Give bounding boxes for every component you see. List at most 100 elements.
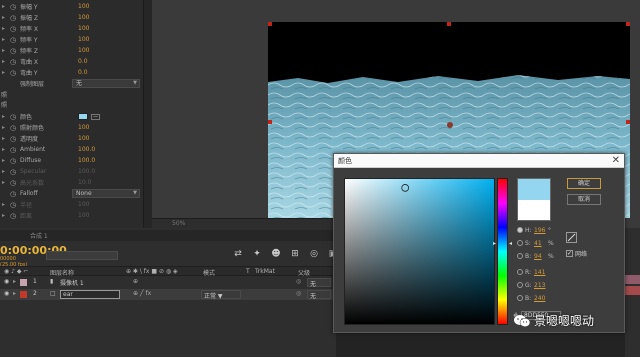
handle-top-right[interactable] [626,22,630,26]
twirl-icon[interactable]: ▸ [2,124,10,131]
stopwatch-icon[interactable]: ◷ [10,3,20,11]
cancel-button[interactable]: 取消 [567,194,601,205]
property-row[interactable]: ▸ ◷ 距离 100 [0,210,152,221]
property-row[interactable]: ▸ ◷ 频率 X 100 [0,23,152,34]
property-value[interactable]: 100 [78,212,89,219]
stopwatch-icon[interactable]: ◷ [10,124,20,132]
twirl-icon[interactable]: ▸ [2,146,10,153]
twirl-icon[interactable]: ▸ [13,278,16,285]
twirl-icon[interactable]: ▸ [2,58,10,65]
anchor-point[interactable] [447,122,453,128]
timeline-track-area[interactable] [625,228,640,357]
property-row[interactable]: ▸ ◷ 振幅 Y 100 [0,1,152,12]
brightness-field[interactable]: B: 94 % [517,251,554,261]
blue-field[interactable]: B: 240 [517,293,548,303]
green-radio[interactable] [517,282,523,288]
twirl-icon[interactable]: ▸ [2,14,10,21]
green-value[interactable]: 213 [534,282,548,289]
property-value[interactable]: 100 [78,47,89,54]
property-row[interactable]: ▸ ◷ 频率 Z 100 [0,45,152,56]
only-web-colors-checkbox[interactable]: ✓ 网络 [566,249,587,258]
property-value[interactable]: 10.0 [78,179,91,186]
saturation-field[interactable]: S: 41 % [517,238,554,248]
blue-radio[interactable] [517,295,523,301]
visibility-eye-icon[interactable]: ◉ [4,278,9,285]
property-row[interactable]: ▸ ◷ 振幅 Z 100 [0,12,152,23]
layer-row[interactable]: ◉ ▸ 1 ▮ 摄像机 1 ⊕ ◎ 无 [0,277,336,288]
draft-3d-icon[interactable]: ✦ [251,249,263,260]
dialog-title-bar[interactable]: 颜色 ✕ [334,154,624,168]
twirl-icon[interactable]: ▸ [2,3,10,10]
timeline-search-input[interactable] [46,251,118,260]
saturation-brightness-field[interactable] [344,178,495,325]
stopwatch-icon[interactable]: ◷ [10,58,20,66]
handle-top-center[interactable] [447,22,451,26]
stopwatch-icon[interactable]: ◷ [10,69,20,77]
layer-bar-1[interactable] [625,275,640,284]
property-value[interactable]: 100.0 [78,157,95,164]
property-row[interactable]: ▸ ◷ 颜色 — [0,111,152,122]
stopwatch-icon[interactable]: ◷ [10,36,20,44]
handle-mid-right[interactable] [626,120,630,124]
parent-dropdown[interactable]: 无 [307,290,331,300]
twirl-icon[interactable]: ▸ [2,25,10,32]
stopwatch-icon[interactable]: ◷ [10,212,20,220]
property-value[interactable]: 100 [78,201,89,208]
layer-bar-2[interactable] [625,286,640,295]
twirl-icon[interactable]: ▸ [13,290,16,297]
property-row[interactable]: ▸ ◷ 高光系数 10.0 [0,177,152,188]
property-row[interactable]: ▸ ◷ Ambient 100.0 [0,144,152,155]
effects-scrollbar[interactable] [143,0,152,228]
stopwatch-icon[interactable]: ◷ [10,47,20,55]
motion-blur-icon[interactable]: ◎ [308,249,320,260]
property-value[interactable]: 100 [78,3,89,10]
stopwatch-icon[interactable]: ◷ [10,190,20,198]
twirl-icon[interactable]: ▸ [2,168,10,175]
eyedropper-icon[interactable]: — [91,113,100,120]
property-value[interactable]: 0.0 [78,69,88,76]
hue-marker-left-icon[interactable]: ▸ [493,240,496,247]
pickwhip-icon[interactable]: ◎ [296,290,301,297]
layer-switches-icon[interactable]: ⊕ ╱ fx [133,290,151,297]
handle-top-left[interactable] [268,22,272,26]
twirl-icon[interactable]: ▸ [2,36,10,43]
twirl-icon[interactable]: ▸ [2,157,10,164]
label-color-chip[interactable] [20,291,27,298]
light-color-swatch[interactable] [78,113,88,120]
stopwatch-icon[interactable]: ◷ [10,179,20,187]
property-row[interactable]: ▸ ◷ 透明度 100 [0,133,152,144]
property-row[interactable]: ▸ ◷ 弯曲 Y 0.0 [0,67,152,78]
stopwatch-icon[interactable]: ◷ [10,157,20,165]
frame-blending-icon[interactable]: ⊞ [289,249,301,260]
stopwatch-icon[interactable]: ◷ [10,113,20,121]
layer-name[interactable]: 摄像机 1 [60,278,84,287]
hue-value[interactable]: 196 [534,227,548,234]
property-row[interactable]: ▸ ◷ Specular 100.0 [0,166,152,177]
saturation-value[interactable]: 41 [534,240,548,247]
label-color-chip[interactable] [20,279,27,286]
property-row[interactable]: ▸ ◷ 弯曲 X 0.0 [0,56,152,67]
twirl-icon[interactable]: ▸ [2,179,10,186]
parent-header[interactable]: 父级 [298,268,310,277]
original-color-swatch[interactable] [517,200,551,221]
pickwhip-icon[interactable]: ◎ [296,278,301,285]
mode-header[interactable]: 模式 [203,268,215,277]
ok-button[interactable]: 确定 [567,178,601,189]
comp-mini-flowchart-icon[interactable]: ⇄ [232,249,244,260]
red-radio[interactable] [517,269,523,275]
property-row[interactable]: ▸ ◷ 照射颜色 100 [0,122,152,133]
red-field[interactable]: R: 141 [517,267,548,277]
property-value[interactable]: 100.0 [78,168,95,175]
falloff-dropdown[interactable]: None ▼ [72,189,140,198]
trkmat-header[interactable]: TrkMat [255,268,275,275]
property-value[interactable]: 100 [78,25,89,32]
eyedropper-icon[interactable] [566,232,577,243]
hue-marker-right-icon[interactable]: ◂ [509,240,512,247]
layer-switches-icon[interactable]: ⊕ [133,278,138,285]
property-value[interactable]: 100 [78,124,89,131]
property-row[interactable]: ▸ ◷ Diffuse 100.0 [0,155,152,166]
timeline-tab[interactable]: 合成 1 [30,231,48,240]
stopwatch-icon[interactable]: ◷ [10,201,20,209]
parent-dropdown[interactable]: 无 [307,278,331,288]
visibility-eye-icon[interactable]: ◉ [4,290,9,297]
